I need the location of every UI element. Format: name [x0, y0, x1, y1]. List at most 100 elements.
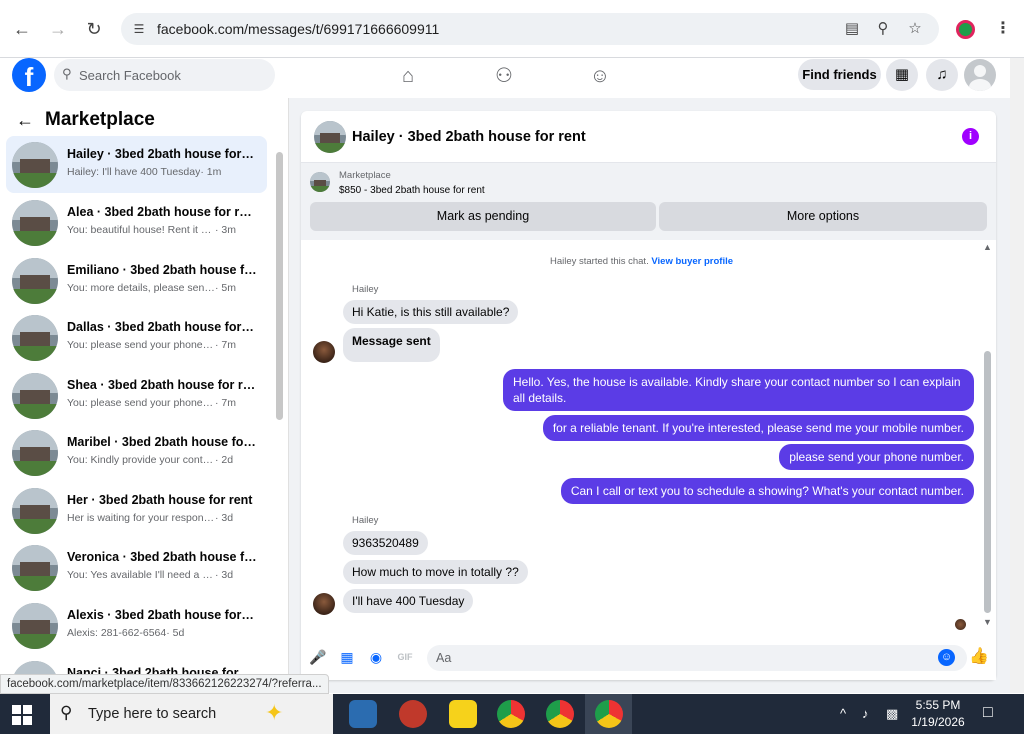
facebook-logo-icon[interactable]: f — [12, 58, 46, 92]
conversation-item[interactable]: Hailey · 3bed 2bath house for r... Hailey… — [6, 136, 267, 193]
url-text: facebook.com/messages/t/699171666609911 — [157, 21, 440, 37]
conversation-item[interactable]: Veronica · 3bed 2bath house for... You: Y… — [6, 539, 267, 596]
find-friends-button[interactable]: Find friends — [798, 59, 881, 90]
conversation-preview: Her is waiting for your response. · 3d — [67, 512, 257, 524]
preview-time: · 3m — [215, 224, 236, 236]
mark-as-pending-button[interactable]: Mark as pending — [310, 202, 656, 231]
page-scrollbar[interactable] — [1010, 58, 1024, 693]
network-icon[interactable]: ▩ — [886, 706, 898, 722]
install-app-icon[interactable]: ▤ — [842, 19, 862, 39]
conversation-item[interactable]: Dallas · 3bed 2bath house for re... You: … — [6, 309, 267, 366]
conversation-preview: You: more details, please send yo...· 5m — [67, 282, 257, 294]
preview-text: You: Kindly provide your contact n... — [67, 454, 215, 466]
chrome-icon[interactable] — [595, 700, 623, 728]
listing-price: $850 - 3bed 2bath house for rent — [339, 185, 485, 196]
back-icon[interactable]: ← — [9, 16, 35, 42]
file-explorer-icon[interactable] — [349, 700, 377, 728]
sticky-notes-icon[interactable] — [449, 700, 477, 728]
chrome-menu-icon[interactable]: ⋮ — [995, 18, 1011, 38]
tray-chevron-icon[interactable]: ^ — [840, 706, 846, 721]
taskbar-search-box[interactable]: ⚲ Type here to search ✦ — [50, 694, 333, 734]
conversation-item[interactable]: Alexis · 3bed 2bath house for re... Alexi… — [6, 597, 267, 654]
sender-avatar[interactable] — [313, 593, 335, 615]
clock-time: 5:55 PM — [915, 698, 961, 712]
bookmark-star-icon[interactable]: ☆ — [905, 19, 925, 39]
conversation-name: Shea · 3bed 2bath house for rent — [67, 378, 257, 392]
conversation-item[interactable]: Her · 3bed 2bath house for rent Her is wa… — [6, 482, 267, 539]
back-arrow-icon[interactable]: ← — [16, 110, 34, 131]
account-avatar[interactable] — [964, 59, 996, 91]
message-incoming[interactable]: Message sent — [343, 328, 440, 362]
listing-thumbnail — [12, 430, 58, 476]
conversation-item[interactable]: Maribel · 3bed 2bath house for ... You: K… — [6, 424, 267, 481]
preview-time: · 5d — [166, 627, 185, 639]
preview-text: You: please send your phone num... — [67, 397, 215, 409]
windows-start-icon[interactable] — [12, 705, 32, 725]
chrome-icon[interactable] — [546, 700, 574, 728]
reload-icon[interactable]: ↻ — [81, 16, 107, 42]
chrome-icon[interactable] — [497, 700, 525, 728]
conversation-preview: Hailey: I'll have 400 Tuesday· 1m — [67, 166, 257, 178]
preview-text: You: please send your phone num... — [67, 339, 215, 351]
conversation-item[interactable]: Shea · 3bed 2bath house for rent You: ple… — [6, 367, 267, 424]
scroll-up-arrow-icon[interactable]: ▲ — [983, 242, 992, 252]
message-outgoing[interactable]: Can I call or text you to schedule a sho… — [560, 478, 974, 504]
emoji-icon[interactable]: ☺ — [938, 649, 955, 666]
started-text: Hailey started this chat. — [549, 256, 649, 267]
site-info-icon[interactable]: ☰ — [129, 19, 149, 39]
preview-time: · 3d — [215, 569, 234, 581]
notification-center-icon[interactable]: □ — [983, 704, 993, 722]
chat-scrollbar[interactable] — [984, 351, 991, 613]
sender-avatar[interactable] — [313, 341, 335, 363]
facebook-search-input[interactable]: ⚲ Search Facebook — [54, 59, 275, 91]
menu-grid-icon[interactable]: ▦ — [886, 59, 918, 91]
message-incoming[interactable]: Hi Katie, is this still available? — [343, 300, 519, 324]
message-outgoing[interactable]: please send your phone number. — [779, 444, 974, 470]
preview-text: Hailey: I'll have 400 Tuesday — [67, 166, 201, 178]
conversation-item[interactable]: Emiliano · 3bed 2bath house for... You: m… — [6, 252, 267, 309]
home-icon[interactable]: ⌂ — [396, 64, 420, 88]
preview-text: You: more details, please send yo... — [67, 282, 215, 294]
browser-toolbar: ← → ↻ ☰ facebook.com/messages/t/69917166… — [0, 0, 1024, 58]
conversation-preview: You: Kindly provide your contact n...· 2… — [67, 454, 257, 466]
preview-time: · 1m — [200, 166, 222, 178]
message-incoming[interactable]: How much to move in totally ?? — [343, 560, 528, 584]
preview-time: · 7m — [215, 397, 236, 409]
address-bar[interactable]: ☰ facebook.com/messages/t/69917166660991… — [121, 13, 939, 45]
listing-thumbnail[interactable] — [314, 121, 346, 153]
search-icon: ⚲ — [60, 703, 73, 722]
left-scrollbar[interactable] — [276, 152, 283, 420]
conversation-name: Hailey · 3bed 2bath house for r... — [67, 147, 257, 161]
forward-icon[interactable]: → — [45, 16, 71, 42]
message-outgoing[interactable]: Hello. Yes, the house is available. Kind… — [503, 369, 974, 411]
listing-thumbnail — [12, 142, 58, 188]
chat-started-notice: Hailey started this chat. View buyer pro… — [301, 256, 982, 267]
listing-thumbnail — [12, 315, 58, 361]
message-incoming[interactable]: I'll have 400 Tuesday — [343, 589, 474, 613]
message-input[interactable]: Aa — [427, 645, 967, 671]
app-icon[interactable] — [399, 700, 427, 728]
more-options-button[interactable]: More options — [659, 202, 987, 231]
zoom-icon[interactable]: ⚲ — [873, 19, 893, 39]
microphone-icon[interactable]: 🎤 — [309, 648, 327, 666]
photo-icon[interactable]: ▦ — [338, 648, 356, 666]
conversation-item[interactable]: Alea · 3bed 2bath house for rent You: bea… — [6, 194, 267, 251]
message-input-placeholder: Aa — [436, 651, 452, 665]
scroll-down-arrow-icon[interactable]: ▼ — [983, 617, 992, 627]
view-buyer-profile-link[interactable]: View buyer profile — [651, 256, 733, 267]
message-outgoing[interactable]: for a reliable tenant. If you're interes… — [542, 415, 974, 441]
listing-thumbnail — [12, 200, 58, 246]
info-icon[interactable]: i — [962, 128, 979, 145]
notifications-bell-icon[interactable]: ♫ — [926, 59, 958, 91]
gif-icon[interactable]: GIF — [396, 648, 414, 666]
thumbs-up-icon[interactable]: 👍 — [969, 648, 989, 666]
conversation-name: Her · 3bed 2bath house for rent — [67, 493, 253, 507]
groups-icon[interactable]: ☺ — [588, 64, 612, 88]
sticker-icon[interactable]: ◉ — [367, 648, 385, 666]
friends-icon[interactable]: ⚇ — [492, 64, 516, 88]
conversation-preview: You: beautiful house! Rent it out a...· … — [67, 224, 257, 236]
profile-icon[interactable] — [956, 20, 975, 39]
taskbar-clock[interactable]: 5:55 PM 1/19/2026 — [905, 697, 971, 731]
volume-icon[interactable]: ♪ — [862, 706, 869, 721]
message-incoming[interactable]: 9363520489 — [343, 531, 428, 555]
